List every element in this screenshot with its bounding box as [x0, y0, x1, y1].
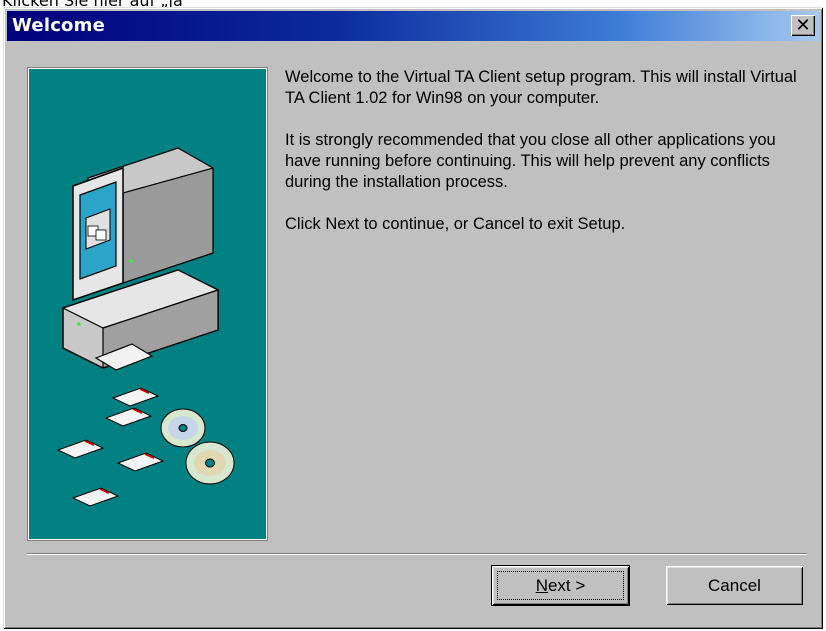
button-separator	[27, 553, 807, 555]
focus-rectangle: Next >	[497, 571, 624, 600]
next-label: ext >	[547, 575, 586, 595]
computer-disks-icon	[56, 147, 235, 507]
next-button[interactable]: Next >	[491, 565, 630, 606]
instruction-paragraph: Click Next to continue, or Cancel to exi…	[285, 215, 626, 233]
welcome-message: Welcome to the Virtual TA Client setup p…	[285, 67, 805, 256]
cancel-button[interactable]: Cancel	[666, 566, 803, 605]
next-mnemonic: N	[535, 575, 548, 595]
setup-dialog: Welcome ✕ Welcome to the Virtual TA Clie…	[3, 7, 823, 629]
close-icon: ✕	[795, 14, 811, 36]
intro-paragraph: Welcome to the Virtual TA Client setup p…	[285, 68, 797, 107]
window-title: Welcome	[12, 15, 105, 36]
setup-illustration	[27, 67, 268, 541]
title-bar[interactable]: Welcome ✕	[7, 11, 819, 41]
recommendation-paragraph: It is strongly recommended that you clos…	[285, 131, 776, 191]
close-button[interactable]: ✕	[791, 15, 815, 36]
